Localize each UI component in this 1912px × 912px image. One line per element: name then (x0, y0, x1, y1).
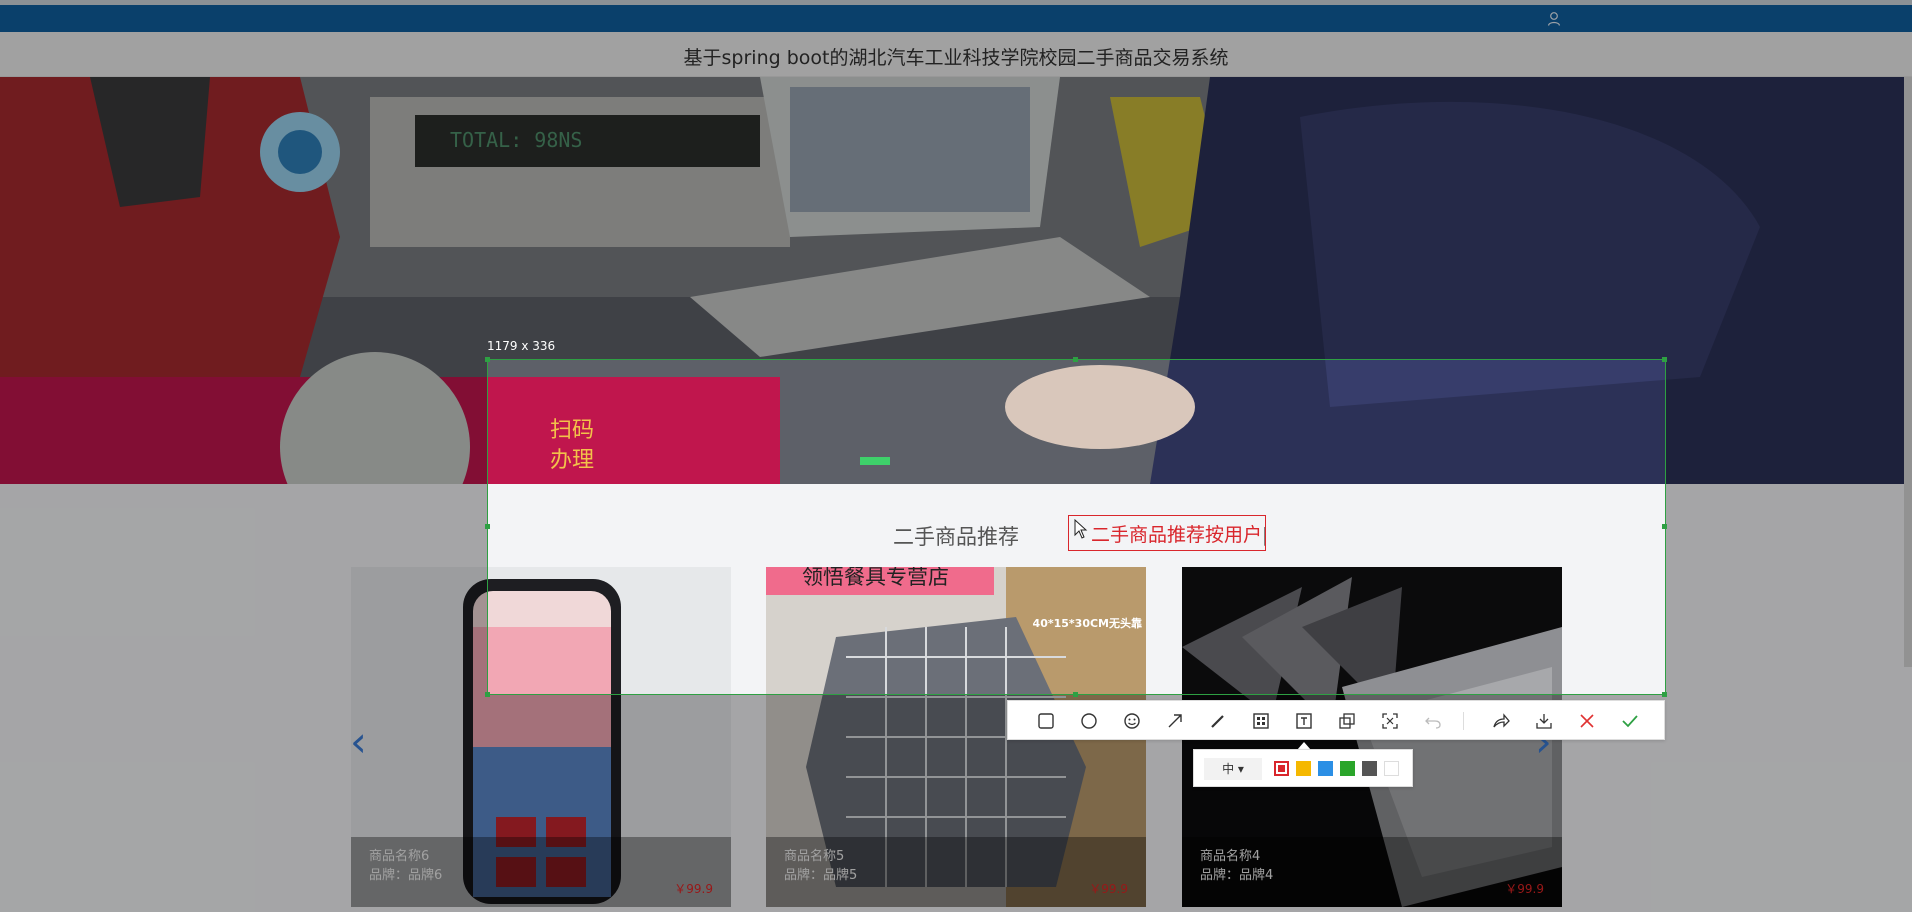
emoji-icon[interactable] (1114, 701, 1150, 741)
pin-icon[interactable] (1329, 701, 1365, 741)
font-size-select[interactable]: 中 ▾ (1204, 758, 1262, 780)
resize-handle[interactable] (485, 357, 490, 362)
text-style-bar: 中 ▾ (1193, 749, 1413, 787)
arrow-icon[interactable] (1157, 701, 1193, 741)
ocr-icon[interactable] (1372, 701, 1408, 741)
mosaic-icon[interactable] (1243, 701, 1279, 741)
mouse-cursor-icon (1074, 518, 1088, 543)
rectangle-icon[interactable] (1028, 701, 1064, 741)
font-size-value: 中 (1222, 762, 1235, 776)
download-icon[interactable] (1526, 701, 1562, 741)
color-swatch-green[interactable] (1340, 761, 1355, 776)
dim-overlay-left (0, 359, 487, 695)
cancel-icon[interactable] (1569, 701, 1605, 741)
dim-overlay-top (0, 0, 1912, 359)
color-swatch-white[interactable] (1384, 761, 1399, 776)
selection-size-label: 1179 x 336 (487, 339, 556, 353)
page: 基于spring boot的湖北汽车工业科技学院校园二手商品交易系统 TOTAL… (0, 0, 1912, 912)
resize-handle[interactable] (1073, 692, 1078, 697)
ellipse-icon[interactable] (1071, 701, 1107, 741)
resize-handle[interactable] (1662, 524, 1667, 529)
resize-handle[interactable] (485, 524, 490, 529)
pen-icon[interactable] (1200, 701, 1236, 741)
color-swatch-blue[interactable] (1318, 761, 1333, 776)
text-icon[interactable] (1286, 701, 1322, 741)
resize-handle[interactable] (1662, 692, 1667, 697)
annotation-text: 二手商品推荐按用户 (1091, 524, 1263, 546)
undo-icon[interactable] (1415, 701, 1451, 741)
screenshot-toolbar (1007, 700, 1665, 740)
text-annotation-input[interactable]: 二手商品推荐按用户| (1068, 515, 1266, 551)
color-swatch-gray[interactable] (1362, 761, 1377, 776)
resize-handle[interactable] (485, 692, 490, 697)
toolbar-separator (1463, 712, 1464, 730)
dim-overlay-right (1666, 359, 1912, 695)
confirm-icon[interactable] (1612, 701, 1648, 741)
resize-handle[interactable] (1662, 357, 1667, 362)
color-swatch-yellow[interactable] (1296, 761, 1311, 776)
color-swatch-red[interactable] (1274, 761, 1289, 776)
share-icon[interactable] (1483, 701, 1519, 741)
resize-handle[interactable] (1073, 357, 1078, 362)
